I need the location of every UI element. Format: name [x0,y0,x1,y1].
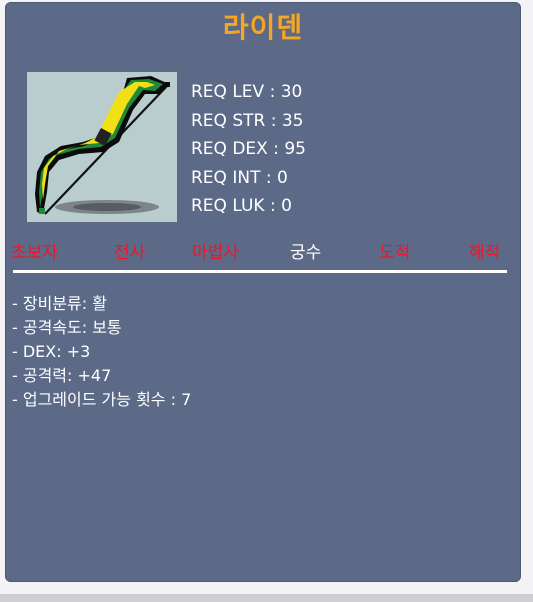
desc-attack-speed: - 공격속도: 보통 [12,318,122,337]
screen-frame: 라이덴 REQ LEV : 30 REQ STR: 35 REQ DEX: … [0,0,533,602]
req-dex: REQ DEX : 95 [191,139,306,159]
job-magician: 마법사 [192,243,239,263]
bow-icon [35,76,170,215]
req-luk: REQ LUK : 0 [191,196,292,216]
item-description: - 장비분류: 활 - 공격속도: 보통 - DEX: +3 - 공격력: +4… [12,292,191,412]
req-level: REQ LEV : 30 [191,82,303,102]
item-name: 라이덴 [222,11,304,44]
desc-upgrade-slots: - 업그레이드 가능 횟수 : 7 [12,390,192,409]
req-str: REQ STR : 35 [191,110,304,131]
item-image [27,72,177,222]
job-beginner: 초보자 [11,243,58,263]
desc-attack-power: - 공격력: +47 [12,366,112,385]
desc-equip-type: - 장비분류: 활 [12,294,107,313]
desc-dex-bonus: - DEX: +3 [12,342,91,361]
job-thief: 도적 [379,243,411,263]
job-restrictions: 초보자 전사 마법사 궁수 도적 해적 [5,240,521,266]
bottom-bar [0,594,533,602]
item-tooltip: 라이덴 REQ LEV : 30 REQ STR: 35 REQ DEX: … [5,2,521,582]
job-pirate: 해적 [469,243,501,263]
divider [13,270,507,273]
requirements-list: REQ LEV : 30 REQ STR : 35 REQ DEX : 95 R… [191,78,306,221]
job-archer: 궁수 [290,243,322,263]
job-warrior: 전사 [114,243,146,263]
req-int: REQ INT : 0 [191,167,288,188]
